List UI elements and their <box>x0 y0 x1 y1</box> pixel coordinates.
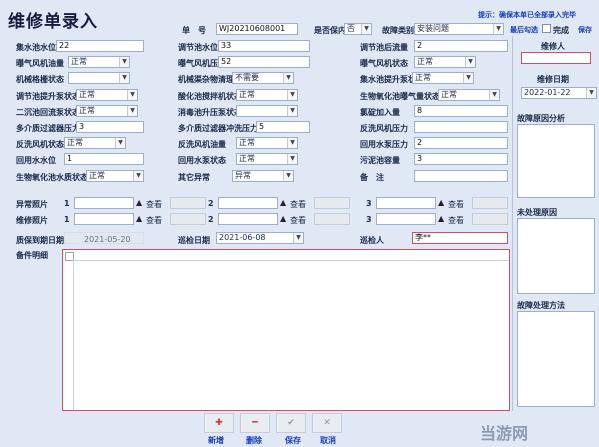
repair-date-label: 维修日期 <box>537 75 569 84</box>
unresolved-textarea[interactable] <box>517 218 595 294</box>
photo-path-field[interactable] <box>218 197 278 209</box>
upload-icon[interactable]: ▲ <box>438 198 444 207</box>
method-label: 故障处理方法 <box>517 301 565 310</box>
inspector-label: 巡检人 <box>360 236 384 245</box>
add-label[interactable]: 新增 <box>208 435 224 446</box>
photo-thumbnail[interactable] <box>472 197 508 209</box>
photo-path-field[interactable] <box>74 197 134 209</box>
repairer-field[interactable] <box>521 52 591 64</box>
check-icon: ✔ <box>287 418 295 428</box>
method-textarea[interactable] <box>517 311 595 407</box>
photo-thumbnail[interactable] <box>170 197 206 209</box>
repair-date-value: 2022-01-22 <box>524 88 571 97</box>
photo-index: 2 <box>208 199 214 208</box>
latest-check-label: 最后勾选 <box>510 26 538 34</box>
cause-textarea[interactable] <box>517 124 595 198</box>
photo-thumbnail[interactable] <box>314 197 350 209</box>
repair-date-picker[interactable]: 2022-01-22 ▼ <box>521 87 597 99</box>
warranty-date-label: 质保到期日期 <box>16 236 64 245</box>
watermark-logo: 当游网 <box>480 420 528 444</box>
calendar-dropdown-icon: ▼ <box>293 233 303 243</box>
upload-icon[interactable]: ▲ <box>280 198 286 207</box>
cancel-button[interactable]: ✕ <box>312 413 342 433</box>
photo-rows: 1 ▲ 查看 2 ▲ 查看 3 ▲ 查看 1 ▲ 查看 2 ▲ 查看 3 ▲ 查看 <box>0 0 510 230</box>
cause-label: 故障原因分析 <box>517 114 565 123</box>
add-icon: ✚ <box>215 418 223 428</box>
photo-thumbnail[interactable] <box>170 213 206 225</box>
view-photo-link[interactable]: 查看 <box>146 199 162 210</box>
watermark-text: 当游网 <box>480 424 529 443</box>
view-photo-link[interactable]: 查看 <box>290 215 306 226</box>
inspect-date-label: 巡检日期 <box>178 236 210 245</box>
inspector-field[interactable]: 李** <box>412 232 508 244</box>
close-icon: ✕ <box>323 418 331 428</box>
warranty-date-field[interactable] <box>64 232 144 244</box>
done-label: 完成 <box>553 26 569 35</box>
delete-label[interactable]: 删除 <box>246 435 262 446</box>
view-photo-link[interactable]: 查看 <box>448 215 464 226</box>
calendar-dropdown-icon: ▼ <box>586 88 596 98</box>
photo-index: 3 <box>366 215 372 224</box>
minus-icon: ━ <box>252 418 258 428</box>
upload-icon[interactable]: ▲ <box>280 214 286 223</box>
add-button[interactable]: ✚ <box>204 413 234 433</box>
done-checkbox[interactable] <box>542 24 551 33</box>
view-photo-link[interactable]: 查看 <box>448 199 464 210</box>
photo-thumbnail[interactable] <box>472 213 508 225</box>
upload-icon[interactable]: ▲ <box>136 198 142 207</box>
photo-path-field[interactable] <box>74 213 134 225</box>
delete-button[interactable]: ━ <box>240 413 270 433</box>
photo-thumbnail[interactable] <box>314 213 350 225</box>
upload-icon[interactable]: ▲ <box>438 214 444 223</box>
parts-grid[interactable] <box>62 249 510 411</box>
inspect-date-picker[interactable]: 2021-06-08 ▼ <box>216 232 304 244</box>
photo-index: 3 <box>366 199 372 208</box>
save-button[interactable]: ✔ <box>276 413 306 433</box>
unresolved-label: 未处理原因 <box>517 208 557 217</box>
save-label[interactable]: 保存 <box>285 435 301 446</box>
photo-path-field[interactable] <box>376 197 436 209</box>
photo-index: 2 <box>208 215 214 224</box>
parts-label: 备件明细 <box>16 251 48 260</box>
cancel-label[interactable]: 取消 <box>320 435 336 446</box>
photo-path-field[interactable] <box>376 213 436 225</box>
side-panel: 维修人 维修日期 2022-01-22 ▼ 故障原因分析 未处理原因 故障处理方法 <box>512 36 598 411</box>
upload-icon[interactable]: ▲ <box>136 214 142 223</box>
photo-path-field[interactable] <box>218 213 278 225</box>
photo-index: 1 <box>64 215 70 224</box>
photo-index: 1 <box>64 199 70 208</box>
repairer-label: 维修人 <box>541 42 565 51</box>
view-photo-link[interactable]: 查看 <box>146 215 162 226</box>
save-link[interactable]: 保存 <box>578 25 592 35</box>
grid-body <box>73 260 509 410</box>
inspect-date-value: 2021-06-08 <box>219 233 266 242</box>
view-photo-link[interactable]: 查看 <box>290 199 306 210</box>
